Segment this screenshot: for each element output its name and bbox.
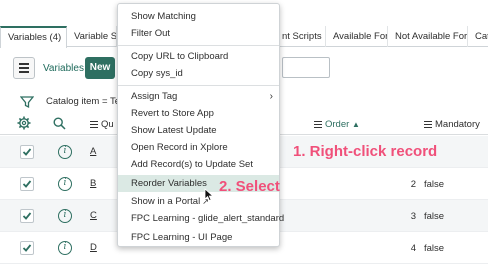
menu-separator — [118, 45, 279, 46]
menu-item-add-to-update-set[interactable]: Add Record(s) to Update Set — [118, 156, 279, 173]
checkmark-icon — [22, 180, 32, 188]
mandatory-value: false — [424, 179, 445, 190]
list-title: Variables — [43, 63, 84, 74]
menu-item-copy-sys-id[interactable]: Copy sys_id — [118, 65, 279, 82]
info-icon[interactable]: i — [58, 145, 72, 159]
column-mandatory[interactable]: Mandatory — [424, 119, 480, 130]
question-link[interactable]: D — [90, 242, 97, 253]
menu-item-show-matching[interactable]: Show Matching — [118, 8, 279, 25]
chevron-right-icon: › — [269, 91, 273, 102]
tab-categories[interactable]: Cate — [468, 26, 488, 47]
menu-item-show-latest-update[interactable]: Show Latest Update — [118, 122, 279, 139]
sort-ascending-icon: ▲ — [351, 120, 360, 129]
order-value: 3 — [410, 211, 416, 222]
menu-item-filter-out[interactable]: Filter Out — [118, 25, 279, 42]
context-menu: Show Matching Filter Out Copy URL to Cli… — [117, 3, 284, 247]
checkmark-icon — [22, 244, 32, 252]
menu-item-copy-url[interactable]: Copy URL to Clipboard — [118, 48, 279, 65]
column-menu-icon[interactable] — [424, 119, 432, 130]
menu-separator — [118, 85, 279, 86]
menu-item-fpc-ui-page[interactable]: FPC Learning - UI Page — [118, 229, 279, 246]
filter-icon[interactable] — [19, 95, 35, 112]
mandatory-value: false — [424, 243, 445, 254]
question-link[interactable]: C — [90, 210, 97, 221]
gear-icon[interactable] — [17, 116, 31, 133]
tab-available-for[interactable]: Available For — [326, 26, 388, 47]
column-menu-icon[interactable] — [90, 119, 98, 130]
annotation-step-1: 1. Right-click record — [293, 143, 438, 160]
search-icon[interactable] — [53, 117, 66, 133]
menu-item-open-in-xplore[interactable]: Open Record in Xplore — [118, 139, 279, 156]
menu-item-fpc-glide-alert[interactable]: FPC Learning - glide_alert_standard — [118, 210, 284, 227]
info-icon[interactable]: i — [58, 241, 72, 255]
new-button[interactable]: New — [85, 57, 115, 79]
hamburger-icon — [19, 63, 29, 65]
tab-client-scripts[interactable]: nt Scripts — [280, 26, 326, 47]
annotation-step-2: 2. Select — [219, 178, 280, 195]
question-link[interactable]: A — [90, 146, 96, 157]
mandatory-value: false — [424, 211, 445, 222]
tab-variable-sets[interactable]: Variable Se — [67, 26, 117, 47]
question-link[interactable]: B — [90, 178, 96, 189]
mouse-cursor-icon — [204, 188, 214, 205]
menu-item-show-in-portal[interactable]: Show in a Portal ↗ — [118, 193, 279, 210]
info-icon[interactable]: i — [58, 177, 72, 191]
row-checkbox[interactable] — [20, 145, 34, 159]
tab-not-available-for[interactable]: Not Available For — [388, 26, 468, 47]
list-menu-button[interactable] — [13, 57, 35, 79]
menu-item-assign-tag[interactable]: Assign Tag › — [118, 88, 279, 105]
menu-item-revert-to-store-app[interactable]: Revert to Store App — [118, 105, 279, 122]
order-value: 2 — [410, 179, 416, 190]
row-checkbox[interactable] — [20, 177, 34, 191]
checkmark-icon — [22, 148, 32, 156]
column-menu-icon[interactable] — [314, 119, 322, 130]
column-order[interactable]: Order ▲ — [314, 119, 360, 130]
checkmark-icon — [22, 212, 32, 220]
tab-variables[interactable]: Variables (4) — [0, 26, 67, 48]
search-input[interactable] — [282, 57, 330, 78]
info-icon[interactable]: i — [58, 209, 72, 223]
order-value: 4 — [410, 243, 416, 254]
row-checkbox[interactable] — [20, 241, 34, 255]
row-checkbox[interactable] — [20, 209, 34, 223]
filter-breadcrumb[interactable]: Catalog item = Tes — [46, 96, 125, 107]
column-question[interactable]: Qu — [90, 119, 114, 130]
